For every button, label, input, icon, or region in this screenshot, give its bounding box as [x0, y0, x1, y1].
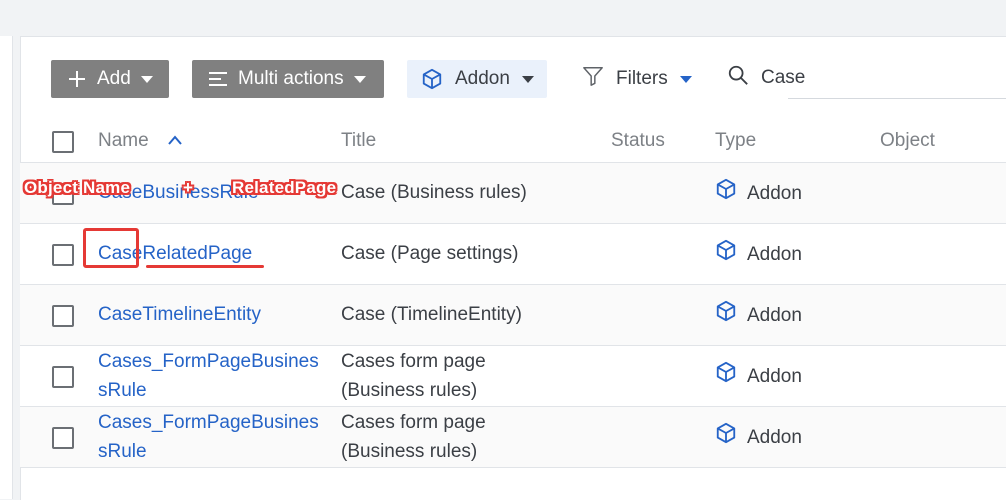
- column-header-type[interactable]: Type: [715, 130, 756, 152]
- table-row[interactable]: CaseTimelineEntity Case (TimelineEntity)…: [20, 285, 1006, 346]
- cube-icon: [715, 300, 737, 331]
- cube-icon: [421, 68, 443, 90]
- chevron-down-icon: [353, 75, 366, 83]
- select-all-checkbox[interactable]: [52, 131, 74, 153]
- cube-icon: [715, 361, 737, 392]
- search-box[interactable]: Case: [727, 59, 805, 97]
- row-type: Addon: [715, 422, 802, 453]
- chevron-down-icon: [521, 75, 534, 83]
- filters-label: Filters: [616, 68, 668, 89]
- add-button-label: Add: [97, 68, 131, 89]
- row-title: Case (TimelineEntity): [341, 304, 522, 325]
- multi-actions-button[interactable]: Multi actions: [192, 60, 384, 98]
- table-row[interactable]: CaseRelatedPage Case (Page settings) Add…: [20, 224, 1006, 285]
- column-header-status[interactable]: Status: [611, 130, 665, 152]
- column-header-name[interactable]: Name: [98, 130, 183, 152]
- row-title: Case (Page settings): [341, 243, 519, 264]
- row-checkbox[interactable]: [52, 366, 74, 388]
- row-name-link[interactable]: Cases_FormPageBusines sRule: [98, 408, 319, 466]
- row-type: Addon: [715, 361, 802, 392]
- table-row[interactable]: Cases_FormPageBusines sRule Cases form p…: [20, 407, 1006, 468]
- row-type: Addon: [715, 300, 802, 331]
- search-input[interactable]: Case: [761, 67, 805, 89]
- row-checkbox[interactable]: [52, 305, 74, 327]
- left-panel-edge: [0, 36, 13, 499]
- column-header-title[interactable]: Title: [341, 130, 376, 152]
- sort-ascending-icon[interactable]: [167, 130, 183, 152]
- search-underline: [788, 98, 1006, 99]
- chevron-down-icon: [679, 75, 692, 83]
- row-checkbox[interactable]: [52, 427, 74, 449]
- table-header: Name Title Status Type Object: [20, 122, 1006, 163]
- row-checkbox[interactable]: [52, 244, 74, 266]
- row-type: Addon: [715, 239, 802, 270]
- column-header-object[interactable]: Object: [880, 130, 935, 152]
- annotation-related-page: RelatedPage: [232, 178, 337, 197]
- row-title: Cases form page (Business rules): [341, 412, 486, 462]
- annotation-highlight-box: [83, 228, 139, 268]
- cube-icon: [715, 239, 737, 270]
- row-type: Addon: [715, 178, 802, 209]
- table-row[interactable]: Cases_FormPageBusines sRule Cases form p…: [20, 346, 1006, 407]
- menu-lines-icon: [208, 70, 228, 88]
- addon-filter-button[interactable]: Addon: [407, 60, 547, 98]
- row-title: Case (Business rules): [341, 182, 527, 203]
- search-icon: [727, 64, 749, 92]
- multi-actions-label: Multi actions: [238, 68, 344, 89]
- plus-icon: [67, 69, 87, 89]
- cube-icon: [715, 422, 737, 453]
- funnel-icon: [582, 65, 604, 93]
- table-row[interactable]: CaseBusinessRule Case (Business rules) A…: [20, 163, 1006, 224]
- cube-icon: [715, 178, 737, 209]
- annotation-plus: +: [183, 178, 194, 197]
- chevron-down-icon: [140, 75, 153, 83]
- addon-filter-label: Addon: [455, 68, 510, 89]
- row-name-link[interactable]: Cases_FormPageBusines sRule: [98, 347, 319, 405]
- filters-button[interactable]: Filters: [582, 60, 692, 98]
- row-name-link[interactable]: CaseTimelineEntity: [98, 300, 261, 329]
- row-title: Cases form page (Business rules): [341, 351, 486, 401]
- add-button[interactable]: Add: [51, 60, 169, 98]
- annotation-underline: [146, 265, 264, 268]
- annotation-object-name: Object Name: [24, 178, 131, 197]
